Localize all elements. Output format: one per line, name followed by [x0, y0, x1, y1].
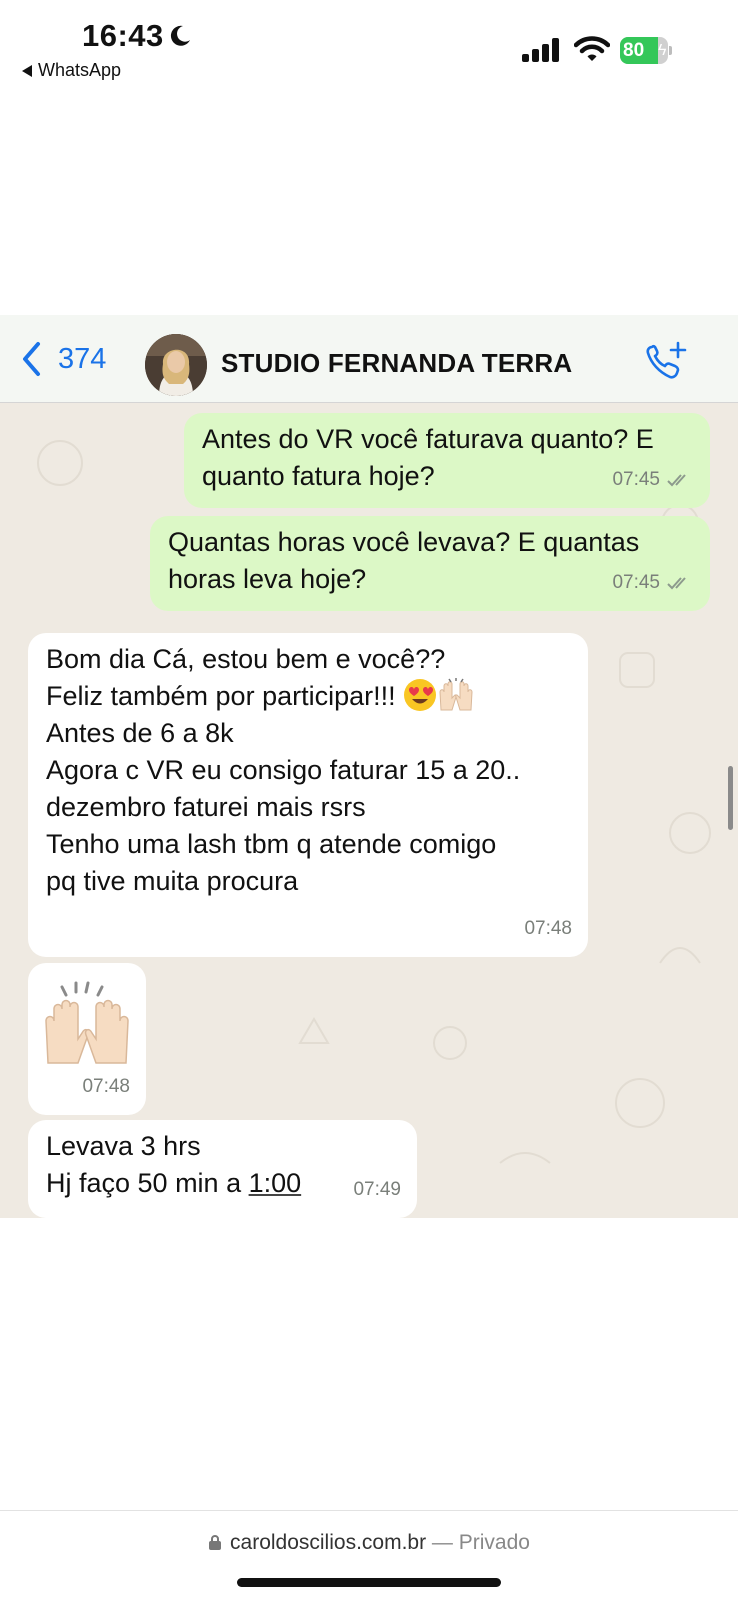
chat-header: 374 STUDIO FERNANDA TERRA [0, 315, 738, 403]
back-triangle-icon [22, 64, 32, 77]
add-call-icon[interactable] [644, 341, 688, 381]
message-time: 07:48 [524, 918, 572, 939]
message-meta: 07:49 [353, 1171, 401, 1208]
message-line: Feliz também por participar!!! [46, 681, 404, 711]
signal-icon [522, 38, 559, 62]
back-button[interactable]: 374 [20, 341, 106, 377]
avatar[interactable] [145, 334, 207, 396]
url-domain: caroldoscilios.com.br [230, 1531, 427, 1554]
incoming-emoji-message[interactable]: 07:48 [28, 963, 146, 1115]
battery-icon: 80 ϟ [620, 37, 672, 64]
message-text: Bom dia Cá, estou bem e você?? Feliz tam… [46, 641, 570, 900]
message-meta: 07:45 [612, 564, 694, 601]
moon-icon [170, 25, 190, 46]
back-to-app-link[interactable]: WhatsApp [22, 60, 121, 81]
incoming-message[interactable]: Bom dia Cá, estou bem e você?? Feliz tam… [28, 633, 588, 957]
message-line: Bom dia Cá, estou bem e você?? [46, 644, 446, 674]
home-indicator[interactable] [237, 1578, 501, 1587]
chevron-left-icon [23, 342, 40, 376]
message-time: 07:45 [612, 469, 660, 490]
message-meta: 07:48 [524, 910, 572, 947]
back-app-label: WhatsApp [38, 60, 122, 80]
raising-hands-emoji-icon [45, 981, 129, 1064]
time-link[interactable]: 1:00 [249, 1168, 302, 1198]
message-time: 07:45 [612, 572, 660, 593]
scrollbar[interactable] [728, 766, 733, 830]
battery-percent: 80 [623, 40, 645, 61]
url-separator: — [426, 1531, 459, 1554]
contact-name[interactable]: STUDIO FERNANDA TERRA [221, 348, 572, 379]
message-line: Levava 3 hrs [46, 1131, 201, 1161]
charging-bolt-icon: ϟ [658, 42, 667, 59]
raising-hands-emoji-icon [439, 678, 473, 711]
message-time: 07:48 [82, 1076, 130, 1097]
lock-icon [209, 1535, 222, 1550]
incoming-message[interactable]: Levava 3 hrs Hj faço 50 min a 1:00 07:49 [28, 1120, 417, 1218]
wifi-icon [574, 36, 610, 61]
message-text: Levava 3 hrs Hj faço 50 min a 1:00 [46, 1128, 399, 1202]
outgoing-message[interactable]: Quantas horas você levava? E quantas hor… [150, 516, 710, 611]
message-line: Hj faço 50 min a [46, 1168, 249, 1198]
url-line[interactable]: caroldoscilios.com.br — Privado [0, 1531, 738, 1555]
message-meta: 07:45 [612, 461, 694, 498]
heart-eyes-emoji-icon [404, 679, 437, 711]
message-meta: 07:48 [82, 1068, 130, 1105]
message-time: 07:49 [353, 1179, 401, 1200]
chat-area[interactable]: Antes do VR você faturava quanto? E quan… [0, 403, 738, 1218]
read-receipt-icon [667, 576, 686, 589]
outgoing-message[interactable]: Antes do VR você faturava quanto? E quan… [184, 413, 710, 508]
unread-count: 374 [58, 342, 107, 375]
status-time: 16:43 [82, 18, 164, 53]
url-privacy-label: Privado [458, 1531, 530, 1554]
read-receipt-icon [667, 473, 686, 486]
message-rest: Antes de 6 a 8k Agora c VR eu consigo fa… [46, 718, 521, 896]
